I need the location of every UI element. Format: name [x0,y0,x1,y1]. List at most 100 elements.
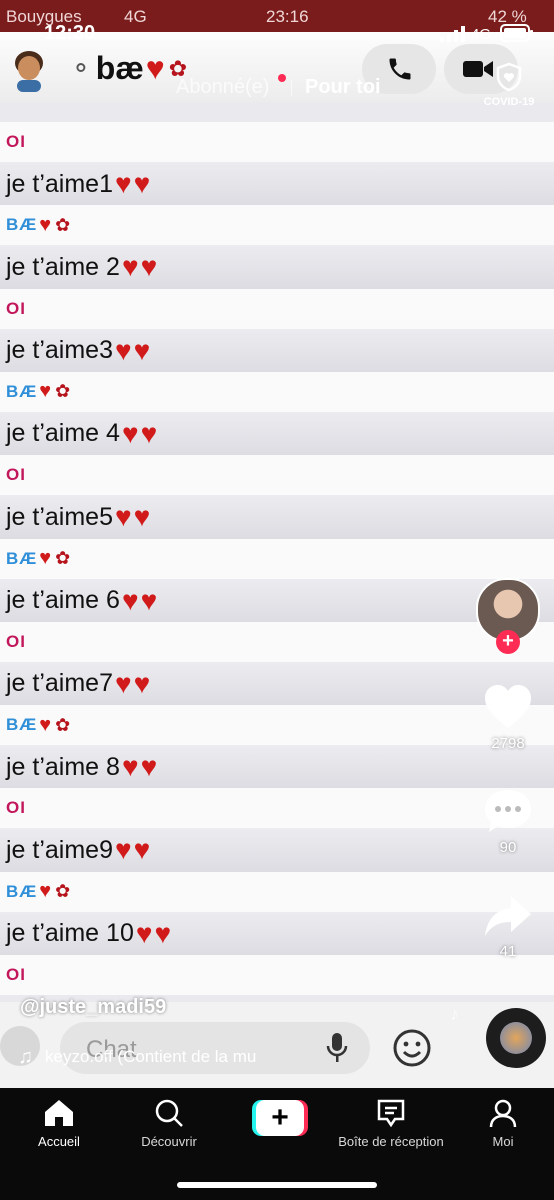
chat-message-text: je t’aime3 [6,336,113,365]
username[interactable]: @juste_madi59 [20,996,166,1019]
heart-emoji: ♥ [135,917,153,949]
like-button[interactable]: 2798 [476,684,540,752]
nav-discover[interactable]: Découvrir [114,1098,224,1149]
following-dot [278,74,286,82]
rose-emoji: ✿ [55,881,71,902]
chat-message: je t’aime9 ♥ ♥ [0,828,554,873]
heart-emoji: ♥ [39,713,52,736]
chat-sender-row: OI [0,621,554,662]
chat-sender-name: BÆ [6,381,38,401]
heart-emoji: ♥ [133,334,151,366]
chat-sender-name: OI [6,631,26,651]
music-note-icon: ♫ [18,1045,33,1068]
heart-emoji: ♥ [121,417,139,449]
inbox-icon [377,1099,405,1128]
nav-home[interactable]: Accueil [4,1098,114,1149]
heart-emoji: ♥ [121,584,139,616]
nav-inbox-label: Boîte de réception [338,1134,444,1149]
creator-avatar[interactable]: + [476,578,540,654]
heart-emoji: ♥ [121,251,139,283]
chat-sender-name: BÆ [6,548,38,568]
create-button-face: + [256,1100,304,1136]
covid-button[interactable]: COVID-19 [474,62,544,110]
create-plus-icon: + [271,1101,289,1134]
chat-message-text: je t’aime1 [6,169,113,198]
share-arrow-icon [485,896,531,936]
heart-emoji: ♥ [39,380,52,403]
chat-sender-row: BÆ ♥ ✿ [0,871,554,912]
heart-emoji: ♥ [121,751,139,783]
nav-me[interactable]: Moi [448,1098,554,1149]
comment-button[interactable]: 90 [476,788,540,856]
heart-emoji: ♥ [133,168,151,199]
chat-sender-row: BÆ ♥ ✿ [0,371,554,412]
nav-inbox[interactable]: Boîte de réception [336,1098,446,1149]
chat-sender-row: OI [0,788,554,829]
feed-top-nav: Abonné(e) Pour toi COVID-19 [0,62,554,110]
battery-icon [500,24,533,42]
heart-emoji: ♥ [140,751,158,783]
share-button[interactable]: 41 [476,894,540,960]
heart-icon [485,685,531,728]
signal-icon [440,26,465,42]
like-count: 2798 [491,735,525,752]
nav-me-label: Moi [492,1134,514,1149]
tab-for-you[interactable]: Pour toi [305,76,381,99]
chat-message: je t’aime1 ♥ ♥ [0,162,554,206]
chat-sender-row: BÆ ♥ ✿ [0,205,554,246]
chat-body: OI je t’aime1 ♥ ♥ BÆ ♥ ✿ je t’aime 2 ♥ ♥ OI je t’ai… [0,102,554,1092]
comment-bubble-icon [485,790,531,832]
status-network: 4G [471,26,492,43]
nav-discover-label: Découvrir [141,1134,197,1149]
heart-emoji: ♥ [140,417,158,449]
heart-emoji: ♥ [39,880,52,903]
chat-message-text: je t’aime9 [6,835,113,864]
heart-emoji: ♥ [39,213,52,236]
follow-button[interactable]: + [496,630,520,654]
chat-message-text: je t’aime 8 [6,752,120,781]
microphone-icon[interactable] [326,1032,348,1064]
heart-emoji: ♥ [133,667,151,699]
chat-message-text: je t’aime7 [6,669,113,698]
chat-message-text: je t’aime5 [6,502,113,531]
create-button[interactable]: + [252,1100,308,1136]
home-indicator [177,1182,377,1188]
sound-row[interactable]: ♫ keyzo.off (Contient de la mu [18,1044,285,1070]
sound-disc[interactable] [486,1008,546,1068]
chat-sender-row: OI [0,122,554,162]
floating-note-icon: ♪ [450,1004,459,1024]
rose-emoji: ✿ [55,714,71,735]
chat-message: je t’aime 6 ♥ ♥ [0,578,554,623]
rose-emoji: ✿ [55,381,71,402]
share-count: 41 [499,943,517,960]
chat-message: je t’aime 2 ♥ ♥ [0,245,554,290]
chat-sender-name: BÆ [6,715,38,735]
heart-emoji: ♥ [140,584,158,616]
search-icon [155,1099,183,1127]
covid-label: COVID-19 [483,96,535,108]
tiktok-video-screen: Bouygues 4G 23:16 42 % ⚬ bæ ♥ ✿ OI je t’… [0,0,554,1200]
heart-emoji: ♥ [154,917,172,949]
rose-emoji: ✿ [55,548,71,568]
profile-icon [489,1099,517,1128]
sound-name: keyzo.off (Contient de la mu [45,1047,257,1066]
tab-following[interactable]: Abonné(e) [176,76,269,99]
chat-sender-name: OI [6,298,26,318]
heart-emoji: ♥ [115,834,132,866]
chat-sender-name: BÆ [6,215,38,235]
chat-sender-name: OI [6,465,26,485]
chat-sender-row: BÆ ♥ ✿ [0,705,554,746]
nav-home-label: Accueil [38,1134,80,1149]
emoji-icon[interactable] [392,1028,432,1068]
tab-divider [291,80,292,96]
chat-message-text: je t’aime 10 [6,919,134,948]
heart-emoji: ♥ [115,334,132,366]
heart-emoji: ♥ [115,168,132,199]
chat-message-text: je t’aime 6 [6,586,120,614]
heart-emoji: ♥ [133,501,151,533]
chat-sender-row: OI [0,455,554,496]
chat-message-text: je t’aime 4 [6,419,120,448]
heart-emoji: ♥ [140,251,158,283]
chat-message: je t’aime3 ♥ ♥ [0,328,554,373]
chat-sender-name: OI [6,132,26,151]
